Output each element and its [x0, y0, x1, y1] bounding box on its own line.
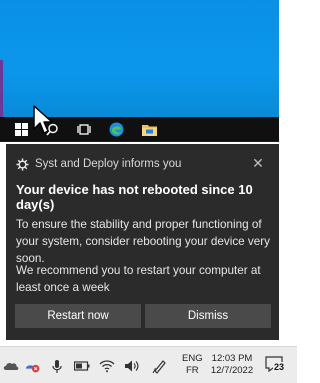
file-explorer-icon[interactable] — [141, 121, 157, 137]
clock-date: 12/7/2022 — [210, 365, 254, 376]
notification-body-1: To ensure the stability and proper funct… — [16, 218, 270, 265]
task-view-icon[interactable] — [76, 121, 92, 137]
language-indicator[interactable]: ENG FR — [182, 353, 203, 377]
wifi-icon[interactable] — [99, 358, 115, 374]
pen-icon[interactable] — [152, 358, 168, 374]
desktop-wallpaper — [0, 0, 279, 117]
taskbar: ENG FR 12:03 PM 12/7/2022 23 — [0, 346, 297, 383]
battery-icon[interactable] — [74, 358, 90, 374]
clock-time: 12:03 PM — [211, 353, 253, 364]
taskbar-clock[interactable]: 12:03 PM 12/7/2022 — [210, 353, 254, 377]
notification-toast: Syst and Deploy informs you ✕ Your devic… — [6, 144, 279, 340]
notification-center-icon[interactable]: 23 — [265, 356, 286, 374]
notification-count: 23 — [273, 362, 286, 372]
onedrive-icon[interactable] — [3, 358, 19, 374]
app-name: Syst and Deploy informs you — [35, 158, 182, 170]
gear-icon — [16, 157, 29, 171]
edge-icon[interactable] — [108, 121, 124, 137]
close-icon[interactable]: ✕ — [251, 156, 265, 170]
mouse-cursor-icon — [33, 105, 53, 137]
language-line-1: ENG — [182, 353, 203, 364]
language-line-2: FR — [185, 365, 199, 376]
dismiss-button[interactable]: Dismiss — [145, 304, 271, 328]
volume-icon[interactable] — [124, 358, 140, 374]
restart-now-button[interactable]: Restart now — [15, 304, 141, 328]
microphone-icon[interactable] — [49, 358, 65, 374]
toast-header: Syst and Deploy informs you ✕ — [16, 156, 269, 172]
windows-start-icon[interactable] — [13, 121, 29, 137]
desktop-window-edge — [0, 60, 3, 117]
network-error-icon[interactable] — [25, 358, 41, 374]
notification-title: Your device has not rebooted since 10 da… — [16, 182, 253, 212]
notification-body-2: We recommend you to restart your compute… — [16, 264, 261, 294]
